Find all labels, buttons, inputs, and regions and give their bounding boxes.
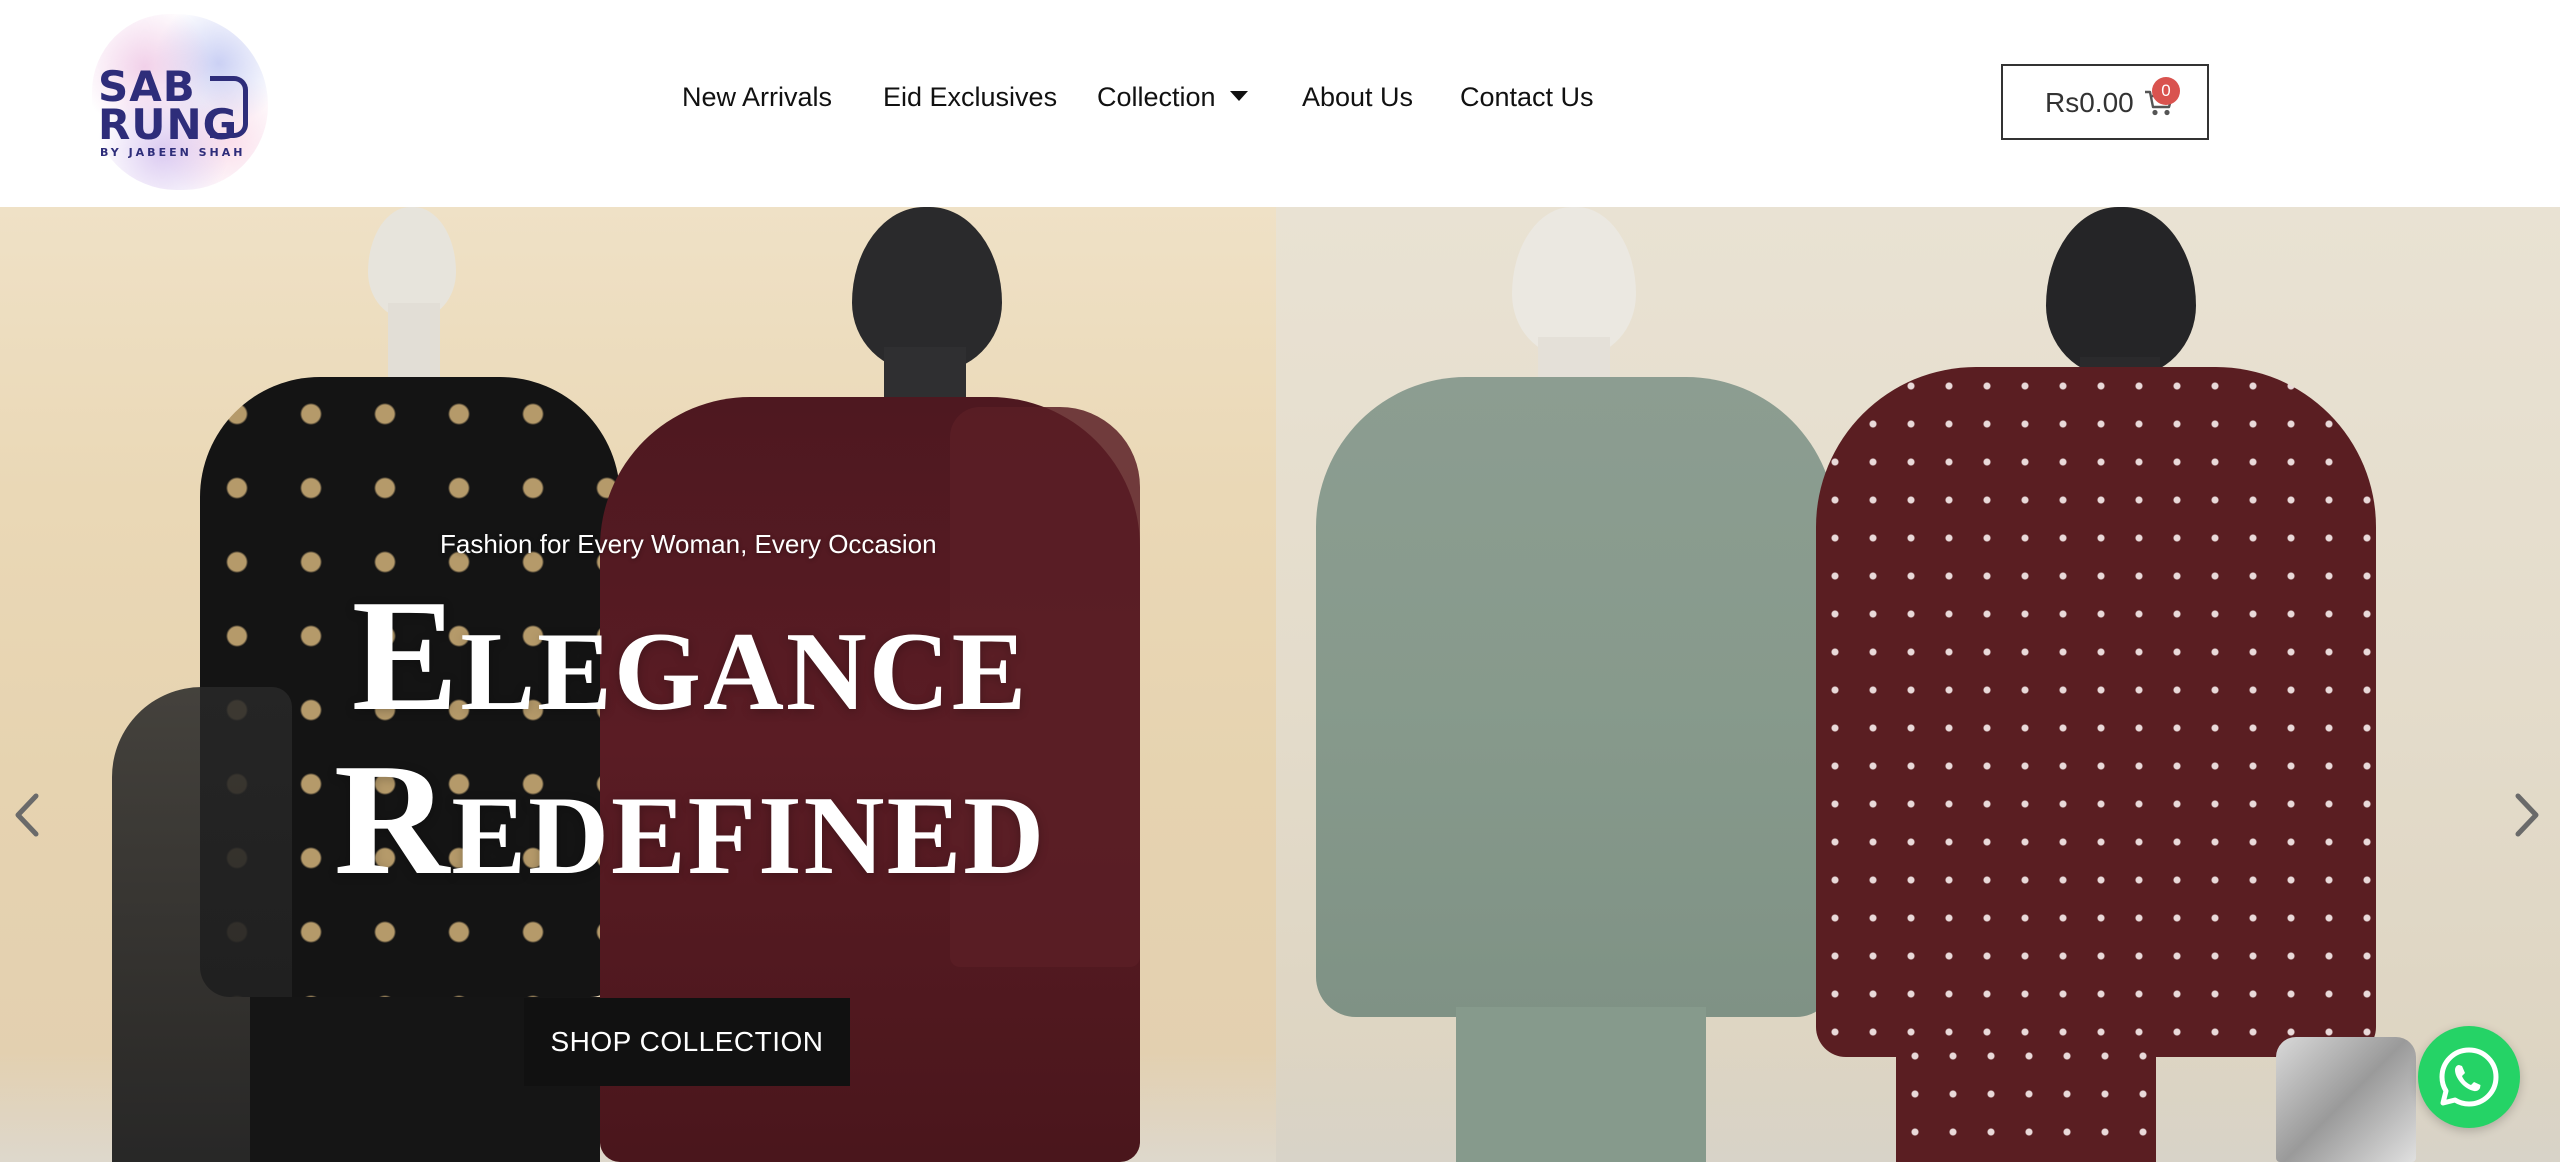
mannequin-neck-white <box>388 303 440 383</box>
site-header: SAB RUNG BY JABEEN SHAH New Arrivals Eid… <box>0 0 2560 207</box>
whatsapp-icon <box>2439 1047 2499 1107</box>
cart-button[interactable]: Rs0.00 0 <box>2001 64 2209 140</box>
sage-green-trousers <box>1456 1007 1706 1162</box>
whatsapp-button[interactable] <box>2418 1026 2520 1128</box>
chevron-right-icon[interactable] <box>2508 790 2548 840</box>
cart-count-badge: 0 <box>2152 77 2180 105</box>
nav-about-us[interactable]: About Us <box>1302 82 1413 113</box>
decor-lantern <box>2276 1037 2416 1162</box>
cart-total: Rs0.00 <box>2045 87 2134 118</box>
chevron-left-icon[interactable] <box>6 790 46 840</box>
mannequin-head-white <box>1512 207 1636 357</box>
hero-image-right <box>1276 207 2560 1162</box>
hero-title: Elegance Redefined <box>140 573 1240 901</box>
nav-collection-label: Collection <box>1097 82 1216 112</box>
nav-contact-us[interactable]: Contact Us <box>1460 82 1594 113</box>
hero-subtitle: Fashion for Every Woman, Every Occasion <box>440 529 937 559</box>
maroon-printed-shirt <box>1816 367 2376 1057</box>
shop-collection-button[interactable]: SHOP COLLECTION <box>524 998 850 1086</box>
sage-green-shirt <box>1316 377 1836 1017</box>
nav-new-arrivals[interactable]: New Arrivals <box>682 82 832 113</box>
nav-eid-exclusives[interactable]: Eid Exclusives <box>883 82 1057 113</box>
maroon-printed-trousers <box>1896 1037 2156 1162</box>
caret-down-icon <box>1229 90 1248 101</box>
hero-title-line-1: Elegance <box>351 566 1029 744</box>
hero-slider: Fashion for Every Woman, Every Occasion … <box>0 207 2560 1162</box>
nav-collection[interactable]: Collection <box>1097 82 1248 113</box>
mannequin-head-dark <box>2046 207 2196 377</box>
hero-title-line-2: Redefined <box>333 730 1047 908</box>
